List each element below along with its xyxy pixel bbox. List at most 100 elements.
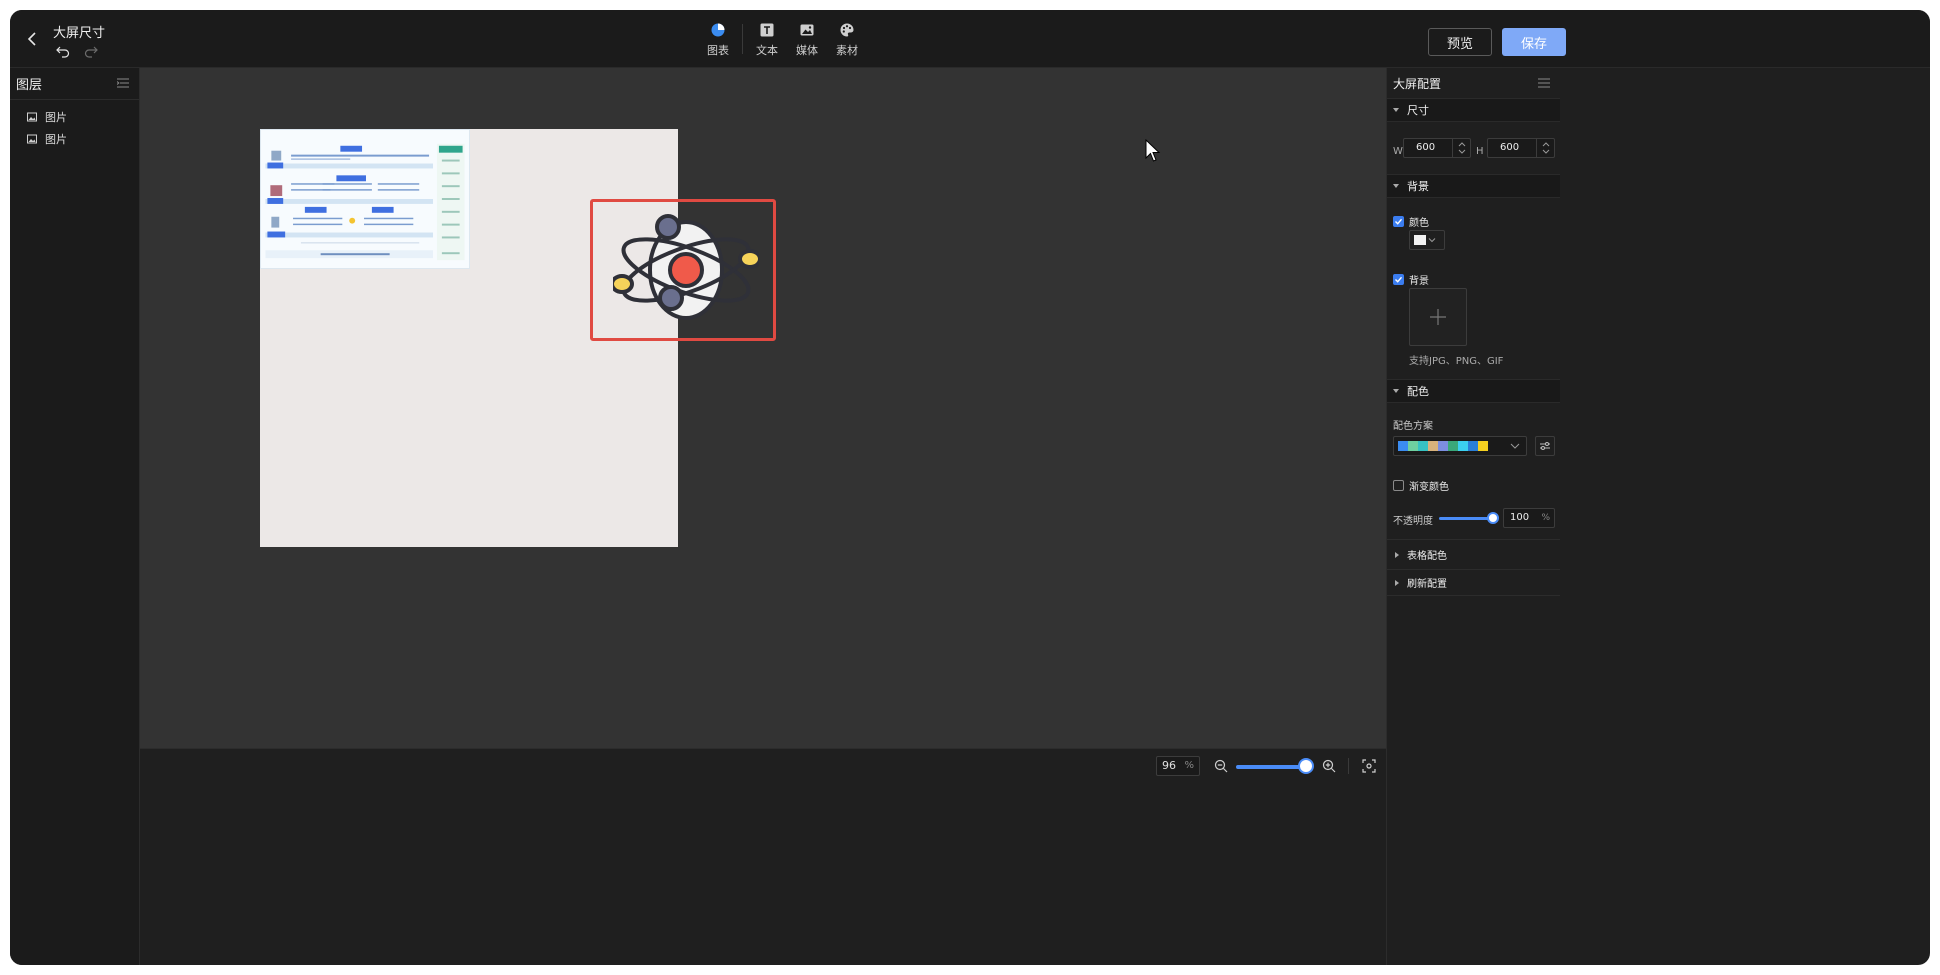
- height-label: H: [1476, 146, 1484, 157]
- background-color-picker[interactable]: [1409, 230, 1445, 250]
- check-icon: [1395, 276, 1403, 283]
- scheme-color-swatch: [1418, 441, 1428, 451]
- layers-title: 图层: [16, 78, 43, 93]
- save-button[interactable]: 保存: [1502, 28, 1566, 56]
- background-image-label: 背景: [1409, 275, 1429, 287]
- atom-icon[interactable]: [613, 212, 759, 330]
- section-size-header[interactable]: 尺寸: [1387, 98, 1560, 122]
- size-row: W 600 H 600: [1387, 122, 1560, 174]
- tool-chart[interactable]: 图表: [698, 18, 738, 58]
- zoom-out-icon[interactable]: [1214, 759, 1228, 773]
- preview-button[interactable]: 预览: [1428, 28, 1492, 56]
- scheme-color-swatch: [1438, 441, 1448, 451]
- section-table-colors-header[interactable]: 表格配色: [1387, 540, 1560, 570]
- opacity-slider-handle[interactable]: [1487, 512, 1499, 524]
- section-table-colors-label: 表格配色: [1407, 551, 1447, 562]
- tool-media[interactable]: 媒体: [787, 18, 827, 58]
- infographic-image[interactable]: [260, 129, 470, 269]
- chevron-down-icon: [1510, 443, 1520, 449]
- layers-header: 图层: [10, 68, 139, 100]
- section-size-label: 尺寸: [1407, 104, 1429, 117]
- section-palette-header[interactable]: 配色: [1387, 379, 1560, 403]
- config-header: 大屏配置: [1387, 68, 1560, 98]
- layer-item[interactable]: 图片: [10, 128, 139, 150]
- tool-text[interactable]: 文本: [747, 18, 787, 58]
- section-background-label: 背景: [1407, 180, 1429, 193]
- back-arrow-icon[interactable]: [24, 30, 42, 48]
- check-icon: [1395, 218, 1403, 225]
- caret-down-icon: [1393, 184, 1399, 188]
- color-checkbox[interactable]: [1393, 215, 1404, 227]
- color-scheme-settings-button[interactable]: [1535, 436, 1555, 456]
- color-label: 颜色: [1409, 217, 1429, 229]
- tool-assets[interactable]: 素材: [827, 18, 867, 58]
- background-image-checkbox-row[interactable]: 背景: [1387, 270, 1560, 288]
- color-checkbox-row[interactable]: 颜色: [1387, 212, 1560, 230]
- color-scheme-label: 配色方案: [1393, 421, 1433, 432]
- image-icon: [27, 134, 37, 144]
- collapse-panel-icon[interactable]: [117, 78, 129, 88]
- width-stepper[interactable]: [1452, 139, 1470, 157]
- canvas-area[interactable]: [140, 68, 1386, 748]
- width-input[interactable]: 600: [1403, 138, 1471, 158]
- image-icon: [27, 112, 37, 122]
- height-stepper[interactable]: [1536, 139, 1554, 157]
- section-refresh-header[interactable]: 刷新配置: [1387, 570, 1560, 596]
- app-window: 大屏尺寸 图表 文本 媒体 素材 预览 保存 图层 图片 图片 96 % 大屏配…: [10, 10, 1930, 965]
- mouse-cursor-icon: [1145, 139, 1161, 162]
- opacity-row: 不透明度 100 %: [1387, 506, 1560, 530]
- opacity-slider-track[interactable]: [1439, 517, 1493, 520]
- width-label: W: [1393, 146, 1403, 157]
- tool-chart-label: 图表: [707, 44, 729, 57]
- color-scheme-select[interactable]: [1393, 436, 1527, 456]
- panel-menu-icon[interactable]: [1538, 78, 1550, 88]
- upload-hint: 支持JPG、PNG、GIF: [1409, 356, 1504, 367]
- tool-assets-label: 素材: [836, 44, 858, 57]
- tool-media-label: 媒体: [796, 44, 818, 57]
- selected-element-frame[interactable]: [590, 199, 776, 341]
- scheme-color-swatch: [1408, 441, 1418, 451]
- height-value: 600: [1500, 142, 1520, 153]
- top-toolbar: 大屏尺寸 图表 文本 媒体 素材 预览 保存: [10, 10, 1930, 68]
- layer-label: 图片: [45, 111, 67, 124]
- sliders-icon: [1540, 442, 1550, 450]
- image-icon: [800, 24, 814, 36]
- zoom-unit: %: [1184, 760, 1194, 771]
- scheme-color-swatch: [1428, 441, 1438, 451]
- opacity-label: 不透明度: [1393, 516, 1433, 527]
- insert-toolbar: 图表 文本 媒体 素材: [698, 18, 867, 62]
- scheme-color-swatch: [1398, 441, 1408, 451]
- opacity-unit: %: [1541, 513, 1550, 523]
- opacity-input[interactable]: 100 %: [1503, 508, 1555, 528]
- scheme-color-swatch: [1448, 441, 1458, 451]
- config-title: 大屏配置: [1393, 76, 1442, 91]
- section-background-header[interactable]: 背景: [1387, 174, 1560, 198]
- stepper-arrows-icon: [1458, 142, 1466, 154]
- caret-down-icon: [1393, 108, 1399, 112]
- scheme-swatches: [1398, 441, 1488, 451]
- undo-icon[interactable]: [56, 44, 70, 58]
- layer-item[interactable]: 图片: [10, 106, 139, 128]
- caret-down-icon: [1393, 389, 1399, 393]
- redo-icon[interactable]: [84, 44, 98, 58]
- background-image-checkbox[interactable]: [1393, 273, 1404, 285]
- color-swatch: [1414, 235, 1426, 245]
- layer-label: 图片: [45, 133, 67, 146]
- scheme-color-swatch: [1458, 441, 1468, 451]
- background-upload-button[interactable]: [1409, 288, 1467, 346]
- opacity-value: 100: [1510, 512, 1530, 523]
- height-input[interactable]: 600: [1487, 138, 1555, 158]
- zoom-slider-handle[interactable]: [1298, 758, 1314, 774]
- color-scheme-row: [1387, 436, 1560, 458]
- gradient-checkbox[interactable]: [1393, 479, 1404, 491]
- fit-screen-icon[interactable]: [1362, 759, 1376, 773]
- zoom-input[interactable]: 96 %: [1156, 756, 1200, 776]
- scheme-color-swatch: [1478, 441, 1488, 451]
- zoom-in-icon[interactable]: [1322, 759, 1336, 773]
- text-icon: [760, 23, 774, 37]
- chevron-down-icon: [1428, 238, 1436, 243]
- layers-panel: 图层 图片 图片: [10, 68, 140, 965]
- section-refresh-label: 刷新配置: [1407, 579, 1447, 590]
- gradient-checkbox-row[interactable]: 渐变颜色: [1387, 476, 1560, 494]
- gradient-label: 渐变颜色: [1409, 481, 1449, 493]
